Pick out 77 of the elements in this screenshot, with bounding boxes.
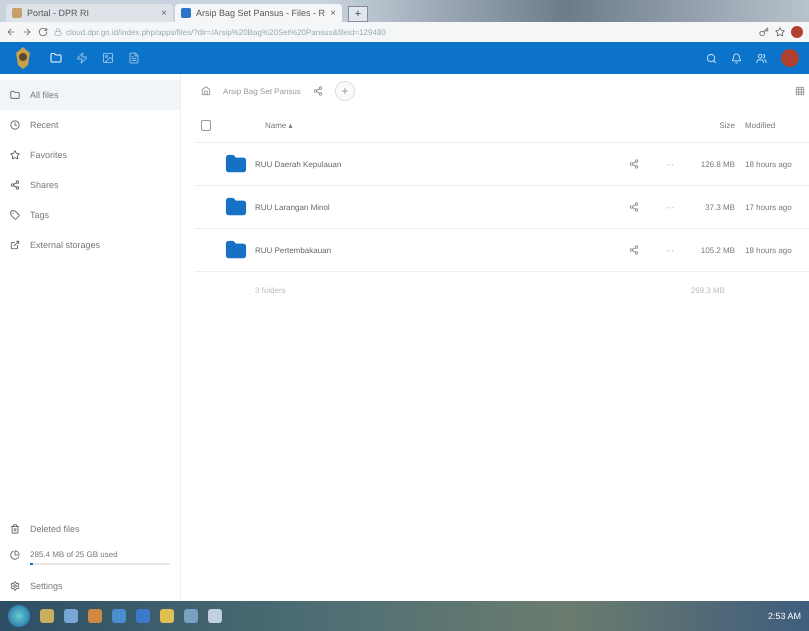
share-icon[interactable]: [629, 159, 639, 169]
grid-view-icon[interactable]: [795, 86, 805, 96]
sidebar-item[interactable]: Favorites: [0, 140, 180, 170]
home-icon[interactable]: [201, 86, 211, 96]
folder-icon: [225, 196, 247, 218]
file-row-name[interactable]: RUU Pertembakauan: [225, 239, 629, 261]
close-icon[interactable]: ×: [161, 8, 167, 18]
column-header[interactable]: Modified: [745, 120, 809, 130]
taskbar-icon[interactable]: [40, 609, 54, 623]
file-row-name[interactable]: RUU Daerah Kepulauan: [225, 153, 629, 175]
sidebar-item[interactable]: Recent: [0, 110, 180, 140]
summary-count: 3 folders: [255, 286, 287, 294]
profile-avatar[interactable]: [791, 26, 803, 38]
taskbar-icon[interactable]: [64, 609, 78, 623]
sidebar-item[interactable]: External storages: [0, 230, 180, 260]
taskbar-icon[interactable]: [160, 609, 174, 623]
share-icon[interactable]: [312, 86, 323, 96]
browser-tab[interactable]: Arsip Bag Set Pansus - Files - R ×: [175, 4, 342, 22]
trash-icon: [10, 524, 20, 534]
quota-icon: [10, 550, 20, 560]
summary-size: 269.3 MB: [690, 286, 726, 294]
share-icon: [10, 180, 20, 190]
back-icon[interactable]: [6, 27, 16, 37]
key-icon[interactable]: [759, 27, 769, 37]
taskbar-icon[interactable]: [112, 609, 126, 623]
table-cell-text: 18 hours ago: [745, 160, 793, 168]
taskbar-icon[interactable]: [88, 609, 102, 623]
add-button[interactable]: +: [334, 81, 355, 101]
column-header[interactable]: Name ▴: [225, 120, 629, 130]
sidebar-item[interactable]: All files: [0, 80, 180, 110]
settings-link[interactable]: Settings: [0, 571, 180, 601]
contacts-icon[interactable]: [756, 52, 767, 64]
table-cell-text: 37.3 MB: [704, 202, 736, 212]
folder-icon: [10, 90, 20, 100]
external-link-icon: [10, 240, 20, 250]
image-icon[interactable]: [102, 52, 114, 64]
taskbar-icon[interactable]: [208, 609, 222, 623]
favicon: [181, 8, 191, 18]
start-button[interactable]: [8, 605, 30, 627]
file-row-name[interactable]: RUU Larangan Minol: [225, 196, 629, 218]
table-cell-text: 105.2 MB: [700, 246, 736, 254]
more-button[interactable]: ···: [655, 246, 685, 254]
select-all-checkbox[interactable]: [201, 120, 211, 130]
forward-icon[interactable]: [22, 27, 32, 37]
browser-tab[interactable]: Portal - DPR RI ×: [6, 4, 173, 22]
sidebar-item[interactable]: Shares: [0, 170, 180, 200]
deleted-files-link[interactable]: Deleted files: [0, 514, 180, 544]
lock-icon: [54, 28, 62, 36]
close-icon[interactable]: ×: [330, 8, 336, 18]
table-cell-text: 18 hours ago: [745, 246, 793, 254]
reload-icon[interactable]: [38, 27, 48, 37]
breadcrumb[interactable]: Arsip Bag Set Pansus: [223, 86, 301, 96]
clock-icon: [10, 120, 20, 130]
document-icon[interactable]: [128, 52, 140, 64]
table-cell-text: 17 hours ago: [745, 202, 793, 212]
taskbar-icon[interactable]: [184, 609, 198, 623]
more-button[interactable]: ···: [655, 202, 685, 212]
folder-icon: [225, 239, 247, 261]
folder-icon[interactable]: [50, 52, 62, 64]
favicon: [12, 8, 22, 18]
share-icon[interactable]: [629, 202, 639, 212]
lightning-icon[interactable]: [76, 52, 88, 64]
star-icon: [10, 150, 20, 160]
more-button[interactable]: ···: [655, 160, 685, 168]
sidebar-item[interactable]: Tags: [0, 200, 180, 230]
search-icon[interactable]: [706, 52, 717, 64]
taskbar-clock: 2:53 AM: [768, 611, 801, 621]
tag-icon: [10, 210, 20, 220]
folder-icon: [225, 153, 247, 175]
share-icon[interactable]: [629, 245, 639, 255]
quota-text: 285.4 MB of 25 GB used: [30, 550, 119, 559]
bell-icon[interactable]: [731, 52, 742, 64]
bookmark-icon[interactable]: [775, 27, 785, 37]
new-tab-button[interactable]: +: [348, 6, 368, 22]
settings-icon: [10, 581, 20, 591]
table-cell-text: 126.8 MB: [700, 160, 736, 168]
column-header[interactable]: Size: [685, 120, 745, 130]
